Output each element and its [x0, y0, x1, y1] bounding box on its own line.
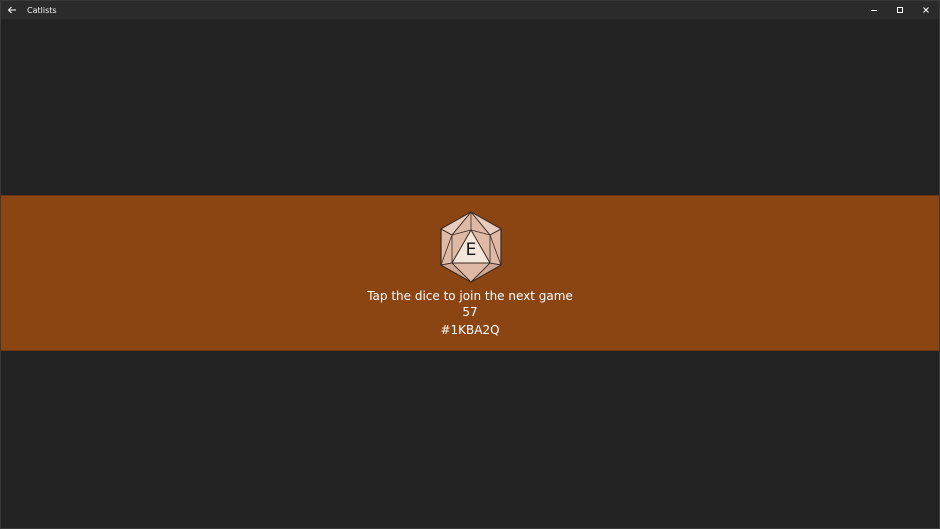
minimize-icon	[871, 10, 877, 11]
dice-letter: E	[466, 240, 477, 260]
close-icon	[923, 7, 929, 13]
join-instruction: Tap the dice to join the next game	[367, 289, 573, 303]
player-count: 57	[462, 305, 478, 319]
game-code: #1KBA2Q	[440, 323, 500, 337]
window-title: Catlists	[27, 5, 57, 15]
arrow-left-icon	[7, 6, 16, 14]
back-button[interactable]	[1, 1, 23, 19]
title-bar: Catlists	[1, 1, 939, 19]
maximize-icon	[897, 7, 903, 13]
maximize-button[interactable]	[887, 1, 913, 19]
caption-buttons	[861, 1, 939, 19]
close-button[interactable]	[913, 1, 939, 19]
minimize-button[interactable]	[861, 1, 887, 19]
game-banner: E Tap the dice to join the next game 57 …	[1, 195, 939, 351]
d20-dice-icon[interactable]: E	[438, 211, 504, 283]
app-window: Catlists E Tap the dice to join the next…	[0, 0, 940, 529]
